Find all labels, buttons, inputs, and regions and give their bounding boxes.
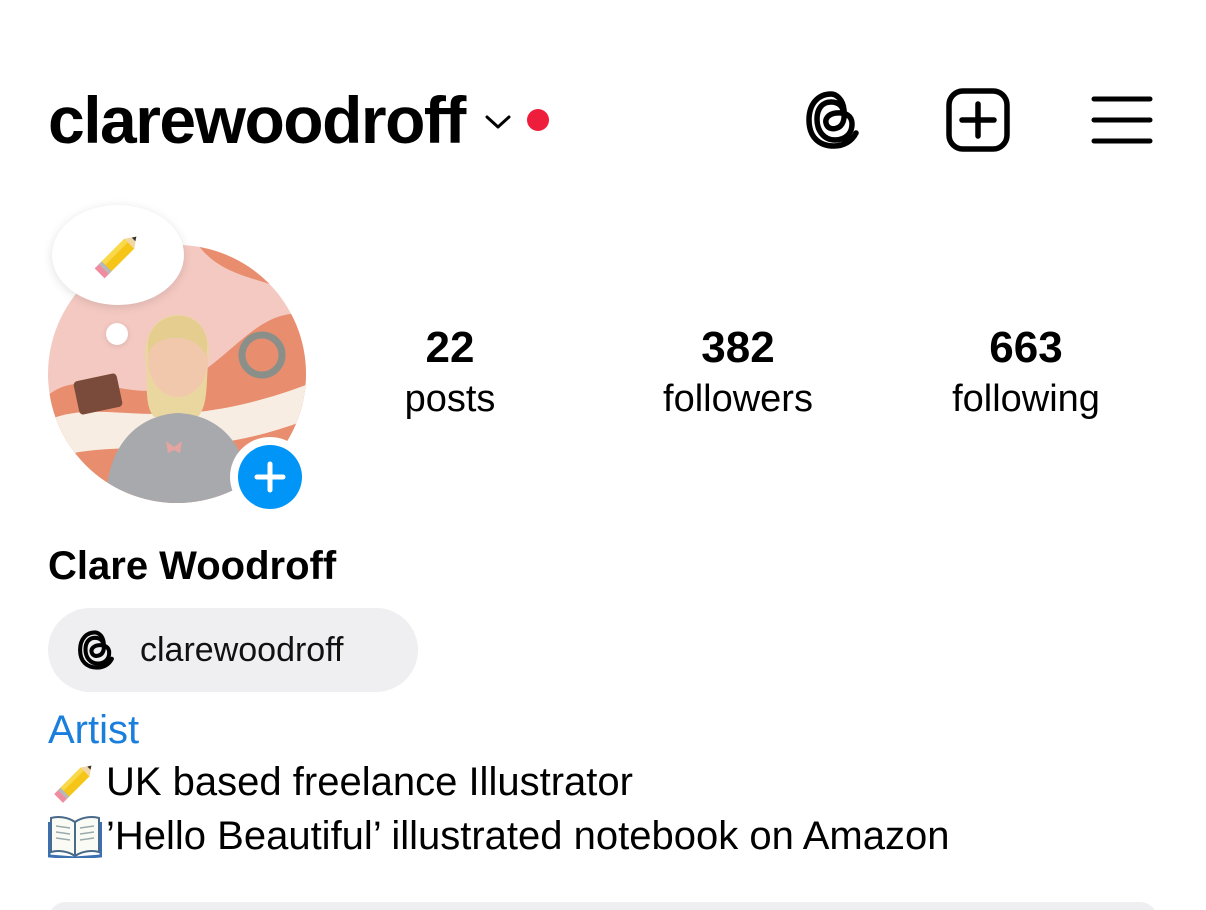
pencil-icon <box>94 236 137 279</box>
edit-profile-button[interactable] <box>48 902 1158 910</box>
avatar-area <box>48 205 313 517</box>
menu-icon[interactable] <box>1086 84 1158 156</box>
threads-icon[interactable] <box>798 84 870 156</box>
create-post-icon[interactable] <box>942 84 1014 156</box>
posts-label: posts <box>404 378 496 420</box>
posts-count: 22 <box>425 323 475 372</box>
chevron-down-icon[interactable] <box>483 112 513 132</box>
followers-count: 382 <box>701 323 775 372</box>
notification-dot <box>526 109 549 131</box>
followers-label: followers <box>663 378 813 420</box>
followers-stat[interactable]: 382 followers <box>608 322 868 424</box>
note-bubble-tail <box>106 323 128 345</box>
pencil-icon <box>48 756 106 808</box>
following-count: 663 <box>989 323 1063 372</box>
bio-text: UK based freelance Illustrator <box>106 760 633 804</box>
plus-icon[interactable] <box>238 445 302 509</box>
bio-text: ’Hello Beautiful’ illustrated notebook o… <box>106 814 950 858</box>
threads-handle: clarewoodroff <box>140 630 344 669</box>
profile-page: clarewoodroff 22 posts 382 followers 663… <box>0 0 1206 910</box>
username[interactable]: clarewoodroff <box>48 87 466 153</box>
open-book-icon <box>48 810 106 862</box>
bio-line: ’Hello Beautiful’ illustrated notebook o… <box>48 810 949 862</box>
posts-stat[interactable]: 22 posts <box>320 322 580 424</box>
account-switcher[interactable]: clarewoodroff <box>48 80 549 160</box>
category-label: Artist <box>48 708 140 752</box>
note-bubble[interactable] <box>52 205 184 305</box>
bio-line: UK based freelance Illustrator <box>48 756 633 808</box>
threads-icon <box>76 627 118 673</box>
threads-badge[interactable]: clarewoodroff <box>48 608 418 692</box>
display-name: Clare Woodroff <box>48 544 337 588</box>
add-story-button[interactable] <box>230 437 310 517</box>
following-label: following <box>952 378 1100 420</box>
following-stat[interactable]: 663 following <box>896 322 1156 424</box>
